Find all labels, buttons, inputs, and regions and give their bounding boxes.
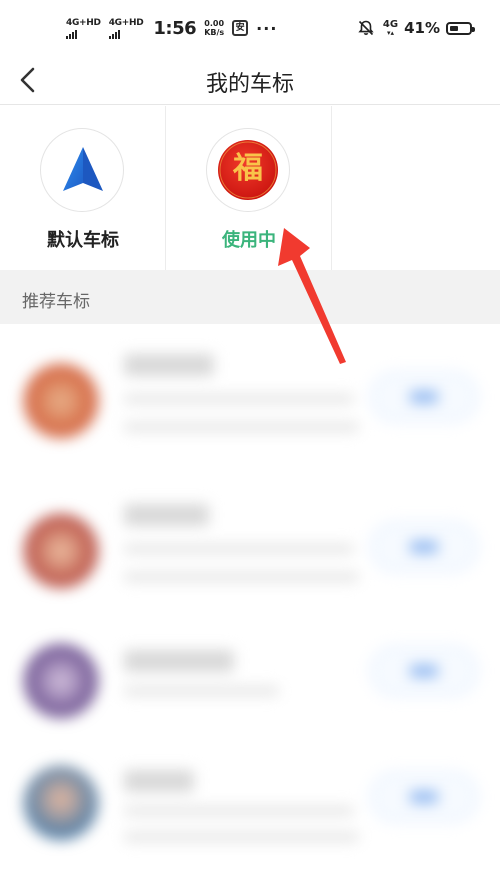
item-title-placeholder — [124, 354, 214, 376]
speed-value: 0.00 — [204, 19, 225, 28]
status-left: 4G+HD 4G+HD 1:56 0.00 KB/s 安 ··· — [66, 16, 277, 40]
battery-percent: 41% — [404, 19, 440, 37]
marker-default[interactable]: 默认车标 — [0, 106, 166, 270]
clock: 1:56 — [153, 17, 197, 39]
speed-unit: KB/s — [204, 28, 225, 37]
default-marker-avatar — [40, 128, 124, 212]
item-title-placeholder — [124, 770, 194, 792]
nav-bar: 我的车标 — [0, 56, 500, 105]
battery-icon — [446, 21, 475, 35]
item-desc-placeholder — [124, 832, 359, 842]
item-title-placeholder — [124, 650, 234, 672]
signal-sim1-icon: 4G+HD — [66, 18, 101, 39]
more-notifications-icon: ··· — [256, 18, 278, 38]
section-title: 推荐车标 — [22, 292, 90, 312]
use-button[interactable] — [370, 772, 478, 822]
list-item[interactable] — [0, 474, 500, 614]
recommended-section-header: 推荐车标 — [0, 270, 500, 324]
list-item[interactable] — [0, 624, 500, 764]
network-speed: 0.00 KB/s — [204, 19, 224, 37]
use-button[interactable] — [370, 522, 478, 572]
app-notification-icon: 安 — [232, 20, 249, 36]
list-item[interactable] — [0, 744, 500, 884]
marker-default-label: 默认车标 — [47, 230, 119, 251]
marker-thumbnail — [24, 364, 98, 438]
my-markers-row: 默认车标 福 使用中 — [0, 106, 500, 270]
use-button[interactable] — [370, 646, 478, 696]
sim1-label: 4G+HD — [66, 17, 101, 28]
annotation-arrow-icon — [278, 228, 346, 364]
item-desc-placeholder — [124, 572, 359, 582]
navigation-arrow-icon — [63, 147, 103, 191]
marker-thumbnail — [24, 644, 98, 718]
use-button[interactable] — [370, 372, 478, 422]
item-title-placeholder — [124, 504, 209, 526]
item-desc-placeholder — [124, 394, 354, 404]
fu-glyph: 福 — [233, 151, 263, 186]
list-item[interactable] — [0, 324, 500, 464]
recommended-list — [0, 324, 500, 848]
item-desc-placeholder — [124, 422, 359, 432]
sim2-label: 4G+HD — [108, 17, 144, 28]
item-desc-placeholder — [124, 686, 279, 696]
mute-bell-icon — [358, 20, 374, 36]
signal-sim2-icon: 4G+HD — [108, 17, 144, 39]
marker-thumbnail — [24, 766, 98, 840]
item-desc-placeholder — [124, 544, 354, 554]
net-type: 4G — [382, 18, 399, 30]
mobile-data-icon: 4G ▾▴ — [382, 18, 399, 37]
status-right: 4G ▾▴ 41% — [357, 16, 475, 40]
page-title: 我的车标 — [205, 72, 294, 97]
item-desc-placeholder — [124, 806, 354, 816]
marker-thumbnail — [24, 514, 98, 588]
fu-marker-avatar: 福 — [206, 128, 290, 212]
status-bar: 4G+HD 4G+HD 1:56 0.00 KB/s 安 ··· 4G ▾▴ 4… — [0, 0, 500, 56]
